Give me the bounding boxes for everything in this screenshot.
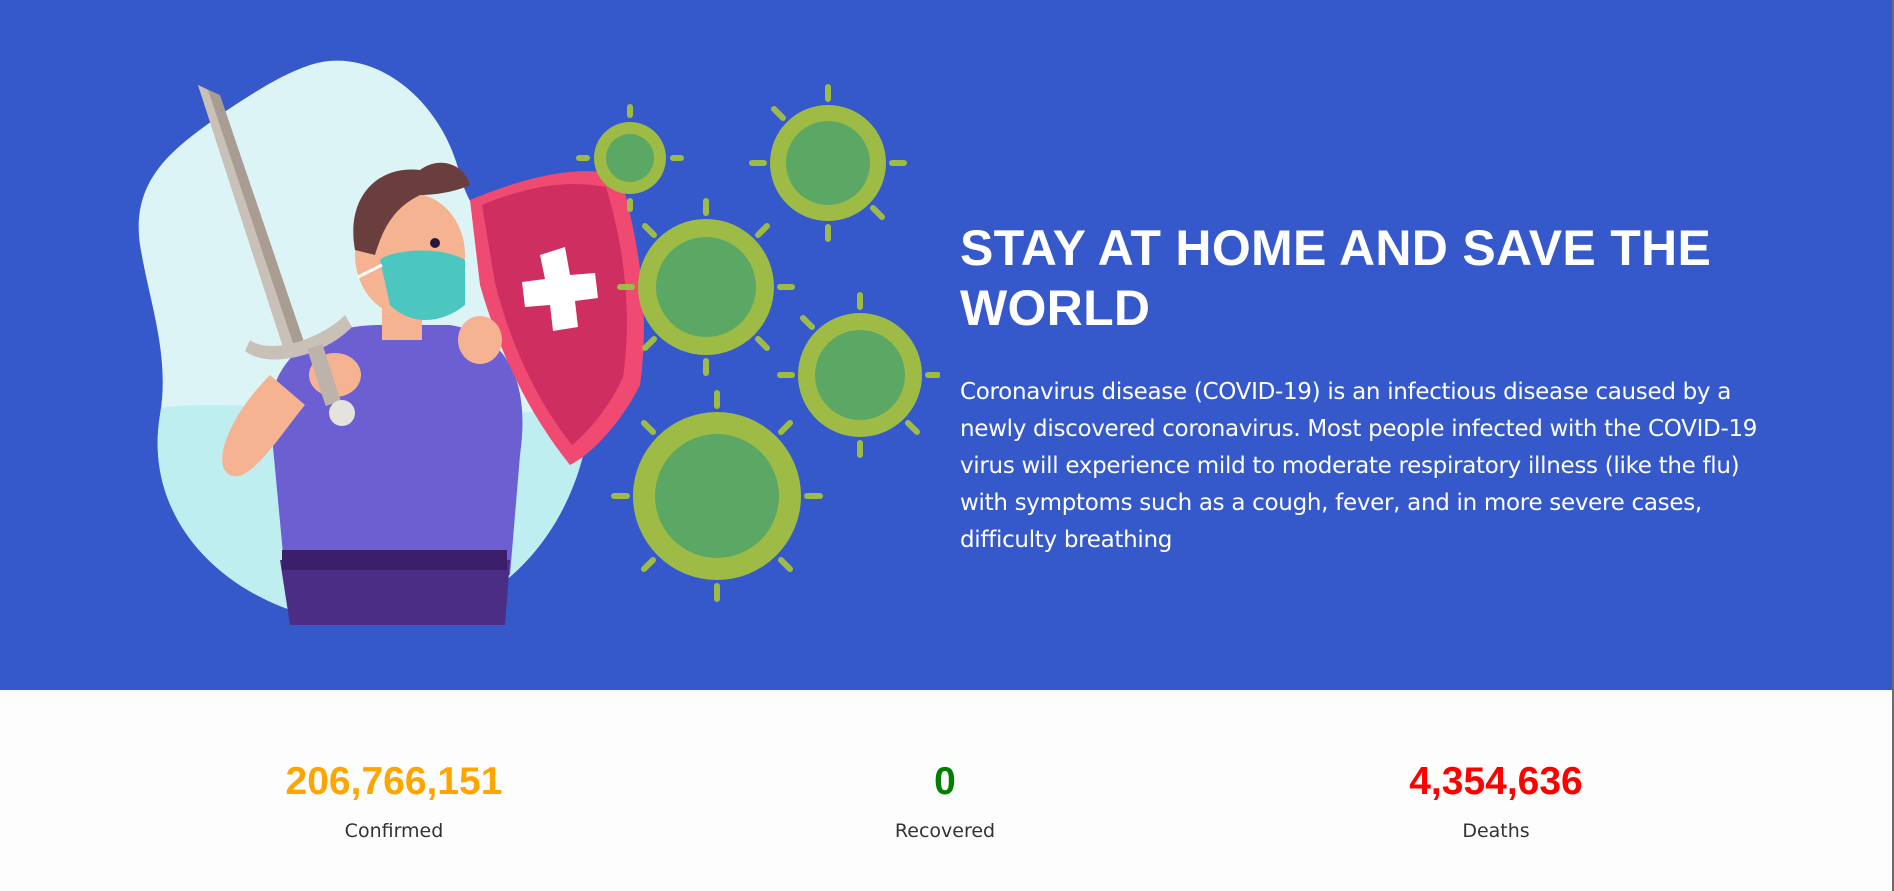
deaths-label: Deaths [1462,820,1530,842]
recovered-count: 0 [934,760,956,803]
hero-illustration [138,60,940,625]
stat-recovered: 0 Recovered [745,758,1145,843]
stat-deaths: 4,354,636 Deaths [1296,758,1696,843]
hero-description: Coronavirus disease (COVID-19) is an inf… [960,379,1758,553]
hero-section: STAY AT HOME AND SAVE THE WORLD Coronavi… [0,0,1894,690]
confirmed-label: Confirmed [344,820,444,842]
deaths-count: 4,354,636 [1409,760,1583,803]
recovered-label: Recovered [894,820,996,842]
hero-text-block: STAY AT HOME AND SAVE THE WORLD Coronavi… [960,218,1760,559]
hero-title: STAY AT HOME AND SAVE THE WORLD [960,220,1712,336]
confirmed-count: 206,766,151 [285,760,503,803]
stats-section: 206,766,151 Confirmed 0 Recovered 4,354,… [0,690,1894,891]
stat-confirmed: 206,766,151 Confirmed [194,758,594,843]
